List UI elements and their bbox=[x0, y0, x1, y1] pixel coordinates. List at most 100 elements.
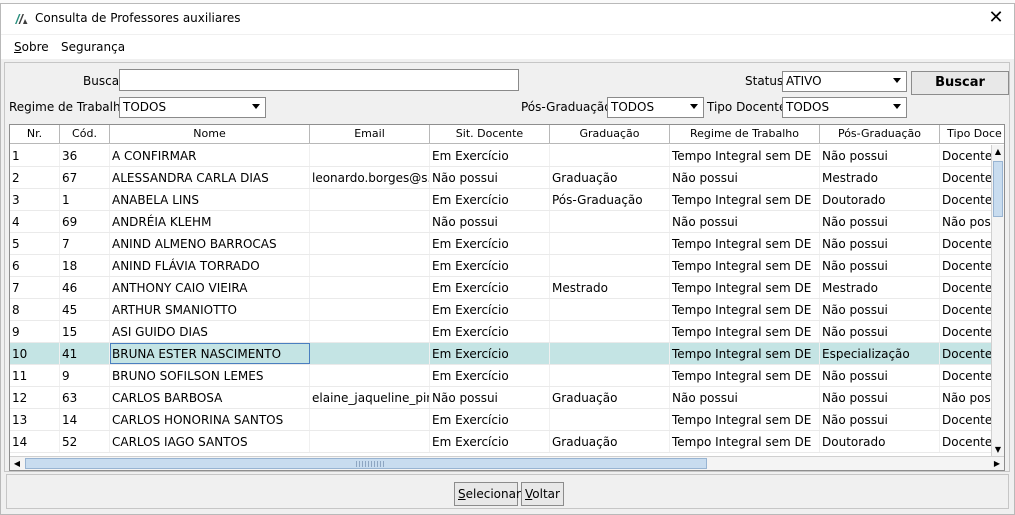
table-row[interactable]: 5 7 ANIND ALMENO BARROCAS Em Exercício Tempo… bbox=[10, 233, 995, 255]
cell-email[interactable] bbox=[310, 145, 430, 166]
table-row[interactable]: 6 18 ANIND FLÁVIA TORRADO Em Exercício Tempo… bbox=[10, 255, 995, 277]
menu-sobre[interactable]: Sobre bbox=[14, 40, 49, 54]
tipo-docente-select[interactable]: TODOS bbox=[782, 97, 907, 118]
cell-email[interactable] bbox=[310, 299, 430, 320]
cell-email[interactable]: elaine_jaqueline_pir... bbox=[310, 387, 430, 408]
buscar-button[interactable]: Buscar bbox=[911, 71, 1009, 95]
cell-nr[interactable]: 5 bbox=[10, 233, 60, 254]
cell-email[interactable] bbox=[310, 189, 430, 210]
cell-regime[interactable]: Tempo Integral sem DE bbox=[670, 343, 820, 364]
header-col-regime[interactable]: Regime de Trabalho bbox=[670, 125, 820, 143]
cell-graduacao[interactable] bbox=[550, 365, 670, 386]
cell-regime[interactable]: Tempo Integral sem DE bbox=[670, 431, 820, 452]
table-row[interactable]: 4 69 ANDRÉIA KLEHM Não possui Não possui Não … bbox=[10, 211, 1004, 233]
cell-graduacao[interactable]: Graduação bbox=[550, 387, 670, 408]
cell-nome[interactable]: ARTHUR SMANIOTTO bbox=[110, 299, 310, 320]
cell-graduacao[interactable]: Pós-Graduação bbox=[550, 189, 670, 210]
cell-graduacao[interactable] bbox=[550, 233, 670, 254]
cell-graduacao[interactable]: Mestrado bbox=[550, 277, 670, 298]
cell-email[interactable] bbox=[310, 365, 430, 386]
cell-cod[interactable]: 63 bbox=[60, 387, 110, 408]
cell-graduacao[interactable] bbox=[550, 321, 670, 342]
cell-nome[interactable]: A CONFIRMAR bbox=[110, 145, 310, 166]
cell-pos-graduacao[interactable]: Doutorado bbox=[820, 431, 940, 452]
cell-pos-graduacao[interactable]: Doutorado bbox=[820, 189, 940, 210]
cell-graduacao[interactable] bbox=[550, 299, 670, 320]
cell-nome[interactable]: ASI GUIDO DIAS bbox=[110, 321, 310, 342]
cell-regime[interactable]: Tempo Integral sem DE bbox=[670, 277, 820, 298]
cell-email[interactable]: leonardo.borges@s... bbox=[310, 167, 430, 188]
cell-regime[interactable]: Não possui bbox=[670, 387, 820, 408]
cell-graduacao[interactable] bbox=[550, 409, 670, 430]
cell-regime[interactable]: Tempo Integral sem DE bbox=[670, 255, 820, 276]
cell-cod[interactable]: 15 bbox=[60, 321, 110, 342]
cell-cod[interactable]: 69 bbox=[60, 211, 110, 232]
cell-pos-graduacao[interactable]: Não possui bbox=[820, 409, 940, 430]
cell-cod[interactable]: 7 bbox=[60, 233, 110, 254]
cell-nome[interactable]: ANIND FLÁVIA TORRADO bbox=[110, 255, 310, 276]
table-row[interactable]: 8 45 ARTHUR SMANIOTTO Em Exercício Tempo Int… bbox=[10, 299, 995, 321]
table-row[interactable]: 11 9 BRUNO SOFILSON LEMES Em Exercício Tempo… bbox=[10, 365, 995, 387]
cell-cod[interactable]: 52 bbox=[60, 431, 110, 452]
cell-sit-docente[interactable]: Em Exercício bbox=[430, 277, 550, 298]
cell-nome[interactable]: ALESSANDRA CARLA DIAS bbox=[110, 167, 310, 188]
cell-regime[interactable]: Tempo Integral sem DE bbox=[670, 145, 820, 166]
cell-nome[interactable]: BRUNA ESTER NASCIMENTO bbox=[110, 343, 310, 364]
cell-sit-docente[interactable]: Não possui bbox=[430, 387, 550, 408]
header-col-email[interactable]: Email bbox=[310, 125, 430, 143]
header-col-nr[interactable]: Nr. bbox=[10, 125, 60, 143]
cell-pos-graduacao[interactable]: Mestrado bbox=[820, 277, 940, 298]
horizontal-scrollbar[interactable]: ◀ ▶ bbox=[10, 456, 1004, 470]
cell-regime[interactable]: Tempo Integral sem DE bbox=[670, 365, 820, 386]
cell-graduacao[interactable]: Graduação bbox=[550, 431, 670, 452]
table-row[interactable]: 10 41 BRUNA ESTER NASCIMENTO Em Exercício Te… bbox=[10, 343, 995, 365]
voltar-button[interactable]: Voltar bbox=[521, 482, 564, 506]
cell-pos-graduacao[interactable]: Não possui bbox=[820, 387, 940, 408]
cell-sit-docente[interactable]: Em Exercício bbox=[430, 321, 550, 342]
cell-pos-graduacao[interactable]: Não possui bbox=[820, 233, 940, 254]
status-select[interactable]: ATIVO bbox=[782, 71, 907, 92]
scroll-left-icon[interactable]: ◀ bbox=[10, 457, 24, 470]
cell-email[interactable] bbox=[310, 255, 430, 276]
cell-graduacao[interactable] bbox=[550, 145, 670, 166]
cell-email[interactable] bbox=[310, 211, 430, 232]
header-col-sit-docente[interactable]: Sit. Docente bbox=[430, 125, 550, 143]
cell-pos-graduacao[interactable]: Não possui bbox=[820, 211, 940, 232]
cell-pos-graduacao[interactable]: Não possui bbox=[820, 145, 940, 166]
cell-cod[interactable]: 41 bbox=[60, 343, 110, 364]
cell-nr[interactable]: 7 bbox=[10, 277, 60, 298]
scroll-right-icon[interactable]: ▶ bbox=[990, 457, 1004, 470]
cell-cod[interactable]: 14 bbox=[60, 409, 110, 430]
vertical-scroll-thumb[interactable] bbox=[993, 161, 1003, 217]
cell-cod[interactable]: 45 bbox=[60, 299, 110, 320]
cell-email[interactable] bbox=[310, 321, 430, 342]
table-row[interactable]: 14 52 CARLOS IAGO SANTOS Em Exercício Gradua… bbox=[10, 431, 995, 453]
cell-pos-graduacao[interactable]: Não possui bbox=[820, 365, 940, 386]
cell-sit-docente[interactable]: Em Exercício bbox=[430, 233, 550, 254]
cell-pos-graduacao[interactable]: Não possui bbox=[820, 321, 940, 342]
cell-sit-docente[interactable]: Em Exercício bbox=[430, 189, 550, 210]
cell-regime[interactable]: Não possui bbox=[670, 167, 820, 188]
cell-nome[interactable]: ANABELA LINS bbox=[110, 189, 310, 210]
cell-nr[interactable]: 2 bbox=[10, 167, 60, 188]
cell-cod[interactable]: 1 bbox=[60, 189, 110, 210]
cell-regime[interactable]: Tempo Integral sem DE bbox=[670, 409, 820, 430]
professores-table[interactable]: Nr. Cód. Nome Email Sit. Docente Graduação Reg… bbox=[9, 124, 1005, 471]
cell-sit-docente[interactable]: Em Exercício bbox=[430, 409, 550, 430]
cell-nome[interactable]: ANTHONY CAIO VIEIRA bbox=[110, 277, 310, 298]
table-row[interactable]: 3 1 ANABELA LINS Em Exercício Pós-Graduação T… bbox=[10, 189, 995, 211]
cell-nr[interactable]: 12 bbox=[10, 387, 60, 408]
cell-sit-docente[interactable]: Não possui bbox=[430, 167, 550, 188]
cell-nome[interactable]: CARLOS IAGO SANTOS bbox=[110, 431, 310, 452]
header-col-tipo-docente[interactable]: Tipo Doce bbox=[940, 125, 1004, 143]
close-button[interactable]: ✕ bbox=[984, 8, 1008, 30]
scroll-up-icon[interactable]: ▲ bbox=[992, 145, 1004, 159]
cell-graduacao[interactable] bbox=[550, 211, 670, 232]
cell-nr[interactable]: 10 bbox=[10, 343, 60, 364]
cell-nome[interactable]: ANIND ALMENO BARROCAS bbox=[110, 233, 310, 254]
cell-cod[interactable]: 67 bbox=[60, 167, 110, 188]
cell-regime[interactable]: Tempo Integral sem DE bbox=[670, 189, 820, 210]
cell-regime[interactable]: Tempo Integral sem DE bbox=[670, 299, 820, 320]
cell-cod[interactable]: 46 bbox=[60, 277, 110, 298]
horizontal-scroll-thumb[interactable] bbox=[25, 458, 707, 469]
